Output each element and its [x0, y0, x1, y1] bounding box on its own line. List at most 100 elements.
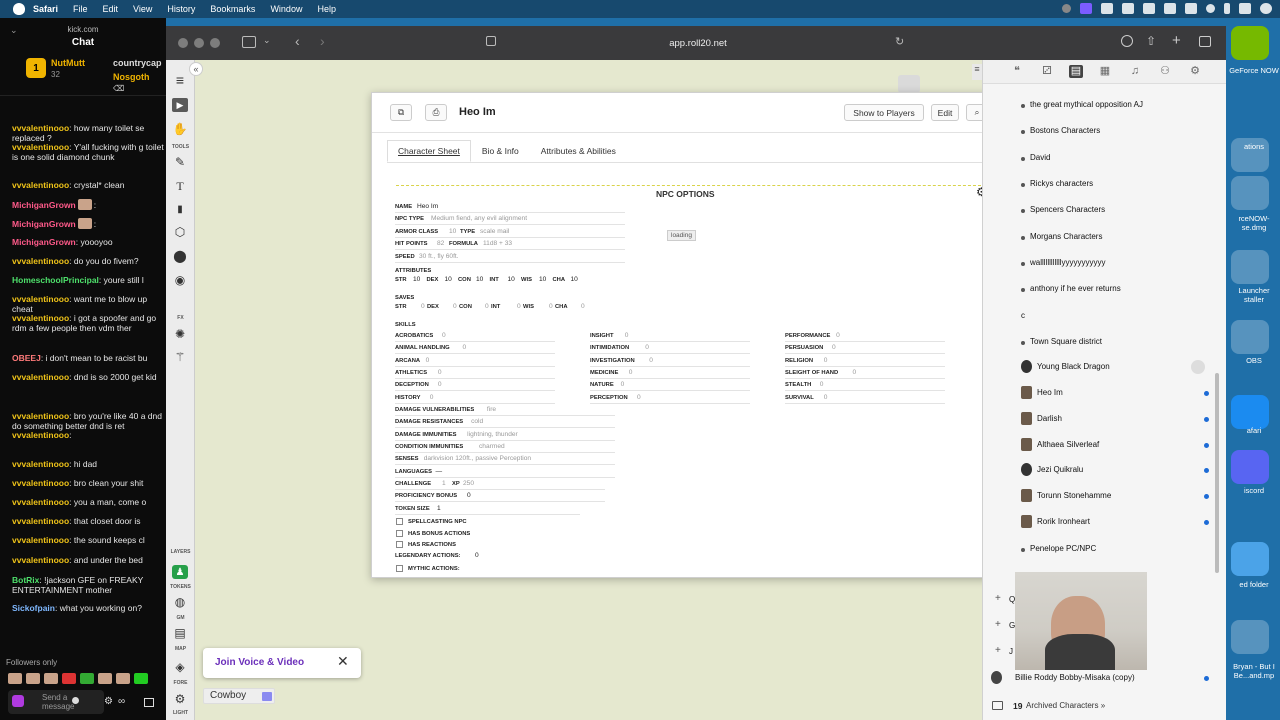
archived-characters-link[interactable]: Archived Characters »: [1026, 701, 1105, 710]
chevron-down-icon[interactable]: ⌄: [263, 35, 271, 46]
settings-icon[interactable]: ⚙: [104, 696, 113, 707]
chat-username[interactable]: vvvalentinooo: [12, 372, 69, 382]
menu-icon[interactable]: ≡: [172, 72, 188, 88]
menu-app-safari[interactable]: Safari: [33, 4, 58, 14]
chat-username[interactable]: vvvalentinooo: [12, 294, 69, 304]
join-voice-button[interactable]: Join Voice & Video: [215, 657, 304, 668]
name-value[interactable]: Heo Im: [417, 203, 438, 210]
emote-icon[interactable]: [134, 673, 148, 684]
play-icon[interactable]: ▶: [172, 98, 188, 112]
add-icon[interactable]: +: [995, 619, 1001, 630]
chat-username[interactable]: vvvalentinooo: [12, 497, 69, 507]
chat-username[interactable]: vvvalentinooo: [12, 459, 69, 469]
app-icon[interactable]: [1122, 3, 1134, 14]
chat-username[interactable]: vvvalentinooo: [12, 256, 69, 266]
journal-character[interactable]: Rorik Ironheart: [1037, 517, 1090, 526]
chat-username[interactable]: vvvalentinooo: [12, 313, 69, 323]
journal-folder[interactable]: anthony if he ever returns: [1030, 284, 1121, 293]
journal-folder[interactable]: Morgans Characters: [1030, 232, 1102, 241]
wand-icon[interactable]: ⚚: [172, 350, 188, 364]
gift-icon[interactable]: [144, 698, 154, 707]
skill-value[interactable]: 0: [824, 357, 828, 364]
skill-value[interactable]: 0: [645, 344, 649, 351]
save-value[interactable]: 0: [549, 303, 553, 310]
skill-value[interactable]: 0: [621, 381, 625, 388]
chat-username[interactable]: vvvalentinooo: [12, 535, 69, 545]
skill-value[interactable]: 0: [426, 357, 430, 364]
emote-icon[interactable]: [80, 673, 94, 684]
skill-value[interactable]: 0: [438, 381, 442, 388]
bag-icon[interactable]: [898, 75, 920, 93]
trait-value[interactable]: charmed: [479, 443, 505, 450]
chat-username[interactable]: vvvalentinooo: [12, 555, 69, 565]
back-icon[interactable]: ‹: [295, 33, 300, 49]
menu-bookmarks[interactable]: Bookmarks: [210, 4, 255, 14]
desktop-app-icon[interactable]: [1231, 320, 1269, 354]
settings-tab-icon[interactable]: ⚙: [1188, 65, 1202, 78]
desktop-app-icon[interactable]: [1231, 26, 1269, 60]
archive-icon[interactable]: [992, 701, 1003, 710]
emote-icon[interactable]: [44, 673, 58, 684]
minimize-window-button[interactable]: [194, 38, 204, 48]
armor-class-value[interactable]: 10: [449, 228, 456, 235]
formula-value[interactable]: 11d8 + 33: [483, 240, 512, 247]
skill-value[interactable]: 0: [438, 369, 442, 376]
emote-icon[interactable]: [98, 673, 112, 684]
eye-icon[interactable]: ◉: [172, 273, 188, 287]
journal-folder[interactable]: wallllllllllllyyyyyyyyyyy: [1030, 258, 1106, 267]
map-layer-icon[interactable]: ▤: [172, 626, 188, 640]
menu-edit[interactable]: Edit: [103, 4, 119, 14]
menu-view[interactable]: View: [133, 4, 152, 14]
edit-button[interactable]: Edit: [931, 104, 959, 121]
reactions-checkbox[interactable]: [396, 541, 403, 548]
chat-user-name[interactable]: NutMutt: [51, 58, 85, 68]
challenge-value[interactable]: 1: [442, 480, 446, 487]
sidebar-toggle-icon[interactable]: [242, 36, 256, 48]
save-value[interactable]: 0: [421, 303, 425, 310]
skill-value[interactable]: 0: [629, 369, 633, 376]
skill-value[interactable]: 0: [637, 394, 641, 401]
pin-icon[interactable]: ⌫: [113, 84, 124, 93]
proficiency-value[interactable]: 0: [467, 492, 471, 499]
attribute-value[interactable]: 10: [476, 276, 483, 283]
scrollbar[interactable]: [1215, 373, 1219, 573]
collections-tab-icon[interactable]: ▦: [1098, 65, 1112, 78]
popout-icon[interactable]: ⧉: [390, 104, 412, 121]
gm-layer-icon[interactable]: ◍: [172, 595, 188, 609]
chat-username[interactable]: vvvalentinooo: [12, 123, 69, 133]
menu-history[interactable]: History: [167, 4, 195, 14]
skill-value[interactable]: 0: [625, 332, 629, 339]
journal-character[interactable]: Jezi Quikralu: [1037, 465, 1083, 474]
journal-tab-icon[interactable]: ▤: [1069, 65, 1083, 78]
bonus-actions-checkbox[interactable]: [396, 530, 403, 537]
chat-username[interactable]: vvvalentinooo: [12, 430, 69, 440]
attribute-value[interactable]: 10: [539, 276, 546, 283]
spellcasting-checkbox[interactable]: [396, 518, 403, 525]
save-value[interactable]: 0: [485, 303, 489, 310]
share-icon[interactable]: ⇧: [1146, 34, 1156, 48]
menu-icon[interactable]: ≡: [972, 64, 982, 80]
armor-type-value[interactable]: scale mail: [480, 228, 509, 235]
trait-value[interactable]: cold: [471, 418, 483, 425]
desktop-app-icon[interactable]: [1231, 176, 1269, 210]
journal-folder[interactable]: Bostons Characters: [1030, 126, 1100, 135]
hand-icon[interactable]: ✋: [172, 122, 188, 136]
chat-username[interactable]: MichiganGrown: [12, 219, 76, 229]
chat-username[interactable]: vvvalentinooo: [12, 478, 69, 488]
journal-character[interactable]: Heo Im: [1037, 388, 1063, 397]
show-to-players-button[interactable]: Show to Players: [844, 104, 924, 121]
menu-window[interactable]: Window: [270, 4, 302, 14]
journal-folder[interactable]: Rickys characters: [1030, 179, 1093, 188]
chat-username[interactable]: Sickofpain: [12, 603, 55, 613]
emote-bar[interactable]: [8, 673, 166, 686]
collapse-icon[interactable]: «: [189, 62, 203, 76]
light-layer-icon[interactable]: ⚙: [172, 692, 188, 706]
desktop-app-icon[interactable]: [1231, 395, 1269, 429]
address-bar[interactable]: app.roll20.net: [486, 34, 910, 52]
xp-value[interactable]: 250: [463, 480, 474, 487]
journal-folder[interactable]: David: [1030, 153, 1050, 162]
jukebox-tab-icon[interactable]: ♫: [1128, 65, 1142, 78]
skill-value[interactable]: 0: [820, 381, 824, 388]
chat-username[interactable]: MichiganGrown: [12, 237, 76, 247]
chevron-icon[interactable]: ⌄: [10, 25, 18, 36]
